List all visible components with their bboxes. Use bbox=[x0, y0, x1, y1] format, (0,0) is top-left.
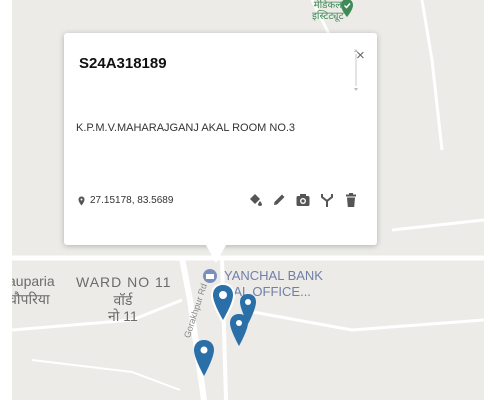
popup-toolbar bbox=[247, 191, 359, 209]
paint-bucket-icon bbox=[250, 194, 262, 206]
village-label-latin: auparia bbox=[12, 273, 55, 289]
ward-label-hindi: वॉर्ड नो 11 bbox=[108, 292, 138, 324]
place-label-top: मेडिकल इस्टिट्यूट bbox=[312, 0, 344, 22]
ward-label-hindi-line1: वॉर्ड bbox=[113, 292, 133, 308]
popup-address: K.P.M.V.MAHARAJGANJ AKAL ROOM NO.3 bbox=[76, 122, 296, 134]
close-button[interactable]: × bbox=[356, 47, 365, 64]
location-pin-icon[interactable] bbox=[238, 292, 258, 326]
coordinates-text: 27.15178, 83.5689 bbox=[90, 195, 174, 206]
popup-title: S24A318189 bbox=[79, 55, 167, 72]
screenshot-stage: मेडिकल इस्टिट्यूट auparia चौपरिया WARD N… bbox=[0, 0, 493, 405]
place-label-top-line1: मेडिकल bbox=[313, 0, 342, 11]
location-pin-icon[interactable] bbox=[192, 338, 216, 378]
paint-bucket-button[interactable] bbox=[247, 191, 263, 209]
pencil-icon bbox=[274, 194, 285, 205]
popup-tail bbox=[206, 245, 226, 263]
ward-label-hindi-line2: नो 11 bbox=[108, 308, 138, 324]
map-marker-icon bbox=[78, 196, 85, 205]
merge-button[interactable] bbox=[319, 191, 335, 209]
edit-button[interactable] bbox=[271, 191, 287, 209]
bank-label-line1: YANCHAL BANK bbox=[224, 268, 323, 283]
popup-coordinates: 27.15178, 83.5689 bbox=[78, 195, 173, 206]
merge-icon bbox=[321, 194, 333, 207]
trash-icon bbox=[346, 193, 356, 207]
village-label-hindi: चौपरिया bbox=[12, 291, 50, 307]
ward-label: WARD NO 11 bbox=[76, 274, 172, 290]
village-label: auparia चौपरिया bbox=[12, 272, 55, 308]
info-window-popup: S24A318189 × K.P.M.V.MAHARAJGANJ AKAL RO… bbox=[64, 33, 377, 263]
place-label-top-line2: इस्टिट्यूट bbox=[312, 11, 344, 22]
camera-icon bbox=[296, 194, 310, 206]
delete-button[interactable] bbox=[343, 191, 359, 209]
photo-button[interactable] bbox=[295, 191, 311, 209]
green-location-pin-icon[interactable] bbox=[340, 0, 354, 18]
